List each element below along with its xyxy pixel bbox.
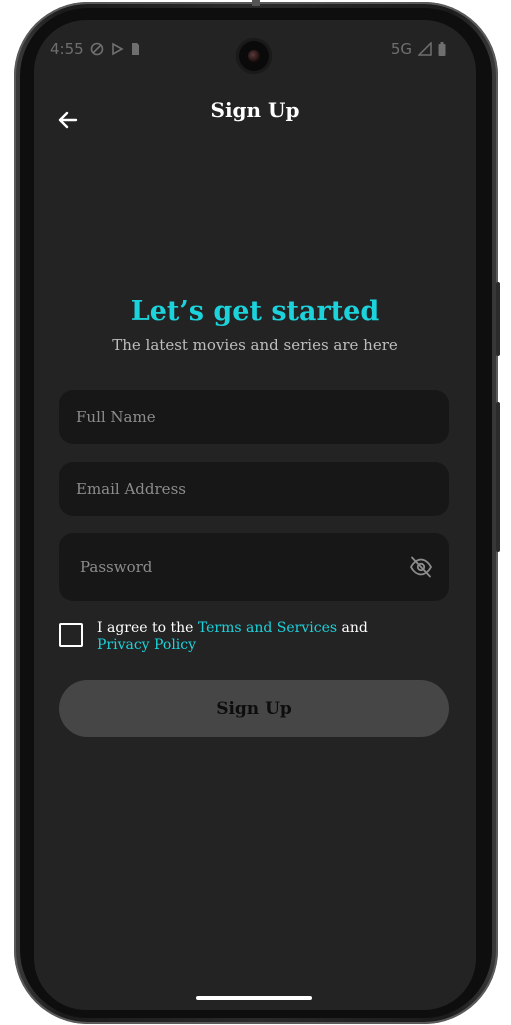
frame-antenna-line — [252, 0, 260, 6]
sign-up-button[interactable]: Sign Up — [59, 680, 449, 737]
network-label: 5G — [390, 40, 412, 58]
password-placeholder: Password — [80, 558, 153, 576]
front-camera — [236, 38, 272, 74]
battery-icon — [438, 42, 446, 56]
email-field[interactable]: Email Address — [59, 462, 449, 516]
home-indicator[interactable] — [196, 996, 312, 1000]
status-bar-right: 5G — [391, 40, 446, 58]
eye-off-icon[interactable] — [409, 556, 433, 578]
email-placeholder: Email Address — [76, 480, 186, 498]
agreement-text: I agree to the Terms and Services and Pr… — [97, 620, 419, 654]
volume-button — [496, 282, 500, 356]
agreement-prefix: I agree to the — [97, 620, 198, 636]
hero-subtitle: The latest movies and series are here — [112, 336, 398, 354]
page-title: Sign Up — [210, 98, 300, 122]
play-icon — [111, 42, 124, 56]
status-time: 4:55 — [50, 40, 84, 58]
hero-title: Let’s get started — [130, 296, 380, 327]
terms-link[interactable]: Terms and Services — [198, 620, 337, 636]
status-bar-left: 4:55 — [50, 40, 140, 58]
shield-icon — [90, 42, 103, 56]
app-screen: 4:55 5G Sign Up Let’s get started The la… — [34, 20, 476, 1010]
sim-card-icon — [131, 43, 139, 55]
terms-agreement: I agree to the Terms and Services and Pr… — [59, 620, 419, 654]
agreement-middle: and — [337, 620, 368, 636]
signal-icon — [418, 42, 432, 56]
password-field[interactable]: Password — [59, 533, 449, 601]
full-name-field[interactable]: Full Name — [59, 390, 449, 444]
full-name-placeholder: Full Name — [76, 408, 156, 426]
terms-checkbox[interactable] — [59, 623, 83, 647]
power-button — [496, 402, 500, 552]
privacy-link[interactable]: Privacy Policy — [97, 637, 196, 653]
